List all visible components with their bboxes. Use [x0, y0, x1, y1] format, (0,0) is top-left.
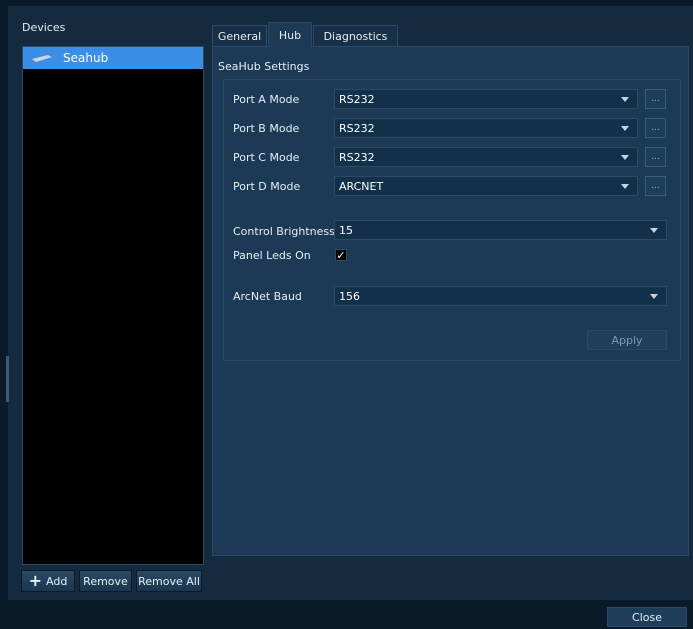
add-device-button[interactable]: + Add [21, 570, 75, 592]
port-a-more-button[interactable]: ... [645, 89, 666, 109]
chevron-down-icon [621, 126, 629, 131]
control-brightness-value: 15 [339, 223, 353, 237]
port-b-more-button[interactable]: ... [645, 118, 666, 138]
panel-leds-checkbox[interactable]: ✓ [335, 249, 347, 261]
tab-hub[interactable]: Hub [268, 22, 312, 47]
tab-general[interactable]: General [212, 25, 267, 46]
add-label: Add [46, 574, 68, 588]
device-label: Seahub [63, 51, 109, 65]
port-c-value: RS232 [339, 150, 375, 164]
resize-handle[interactable] [6, 356, 9, 402]
seahub-device-icon [32, 55, 52, 63]
chevron-down-icon [621, 184, 629, 189]
port-d-value: ARCNET [339, 179, 384, 193]
port-b-label: Port B Mode [233, 122, 300, 135]
devices-list[interactable]: Seahub [22, 46, 204, 565]
tab-diagnostics[interactable]: Diagnostics [313, 25, 398, 46]
port-c-select[interactable]: RS232 [334, 147, 638, 167]
port-c-more-button[interactable]: ... [645, 147, 666, 167]
close-button[interactable]: Close [607, 607, 687, 627]
arcnet-baud-select[interactable]: 156 [334, 286, 667, 306]
chevron-down-icon [650, 294, 658, 299]
footer-bar [0, 600, 693, 629]
plus-icon: + [28, 571, 43, 590]
remove-device-button[interactable]: Remove [79, 570, 132, 592]
left-edge [0, 0, 8, 629]
port-b-select[interactable]: RS232 [334, 118, 638, 138]
port-a-value: RS232 [339, 92, 375, 106]
arcnet-baud-value: 156 [339, 289, 360, 303]
port-a-select[interactable]: RS232 [334, 89, 638, 109]
title-strip [0, 0, 693, 6]
chevron-down-icon [650, 228, 658, 233]
port-c-label: Port C Mode [233, 151, 300, 164]
remove-all-button[interactable]: Remove All [136, 570, 202, 592]
chevron-down-icon [621, 155, 629, 160]
control-brightness-label: Control Brightness [233, 225, 335, 238]
control-brightness-select[interactable]: 15 [334, 220, 667, 240]
arcnet-baud-label: ArcNet Baud [233, 290, 302, 303]
apply-button[interactable]: Apply [587, 330, 667, 350]
devices-title: Devices [22, 21, 66, 34]
group-title: SeaHub Settings [218, 60, 310, 73]
panel-leds-label: Panel Leds On [233, 249, 311, 262]
port-d-more-button[interactable]: ... [645, 176, 666, 196]
port-b-value: RS232 [339, 121, 375, 135]
device-item-seahub[interactable]: Seahub [23, 47, 203, 69]
chevron-down-icon [621, 97, 629, 102]
port-d-label: Port D Mode [233, 180, 301, 193]
port-a-label: Port A Mode [233, 93, 300, 106]
port-d-select[interactable]: ARCNET [334, 176, 638, 196]
